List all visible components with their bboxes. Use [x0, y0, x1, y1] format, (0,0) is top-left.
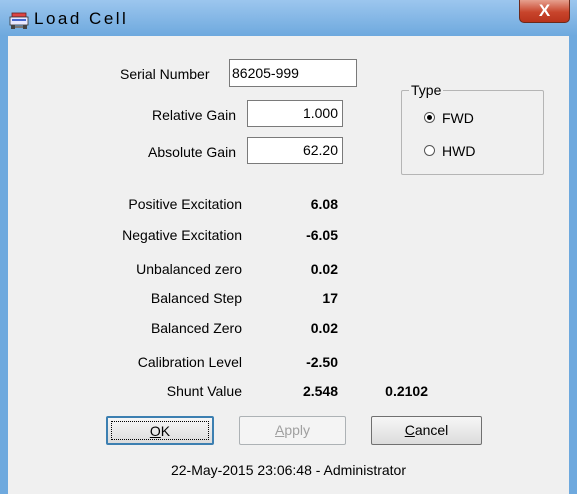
dialog-body: Serial Number 86205-999 Relative Gain 1.… [8, 36, 569, 494]
unbalanced-zero-label: Unbalanced zero [136, 261, 242, 277]
type-groupbox: Type FWD HWD [401, 82, 544, 175]
radio-fwd-label: FWD [442, 110, 474, 126]
cancel-button-accel: C [404, 422, 415, 438]
radio-selected-dot [427, 115, 432, 120]
focus-rectangle [111, 421, 209, 440]
radio-fwd-indicator[interactable] [424, 112, 435, 123]
type-group-legend: Type [409, 82, 444, 98]
apply-button[interactable]: Apply [239, 416, 346, 445]
shunt-value: 2.548 [302, 383, 338, 399]
status-footer: 22-May-2015 23:06:48 - Administrator [170, 462, 406, 478]
apply-button-label: pply [284, 422, 311, 438]
serial-number-input[interactable]: 86205-999 [229, 59, 357, 87]
balanced-zero-value: 0.02 [310, 320, 338, 336]
shunt-value-secondary: 0.2102 [385, 383, 428, 399]
close-icon: X [538, 1, 551, 20]
balanced-step-value: 17 [322, 290, 338, 306]
title-bar[interactable]: Load Cell X [0, 0, 577, 36]
apply-button-accel: A [274, 422, 285, 438]
negative-excitation-value: -6.05 [306, 227, 338, 243]
calibration-level-label: Calibration Level [137, 354, 242, 370]
absolute-gain-input[interactable]: 62.20 [247, 137, 343, 164]
negative-excitation-label: Negative Excitation [122, 227, 242, 243]
load-cell-window: Load Cell X Serial Number 86205-999 Rela… [0, 0, 577, 494]
shunt-value-label: Shunt Value [166, 383, 242, 399]
relative-gain-input[interactable]: 1.000 [247, 100, 343, 127]
balanced-zero-label: Balanced Zero [150, 320, 242, 336]
relative-gain-label: Relative Gain [151, 107, 236, 123]
close-button[interactable]: X [519, 0, 570, 23]
radio-hwd-label: HWD [442, 143, 476, 159]
serial-number-label: Serial Number [120, 66, 210, 82]
balanced-step-label: Balanced Step [150, 290, 242, 306]
positive-excitation-value: 6.08 [310, 196, 338, 212]
ok-button[interactable]: OK [106, 416, 214, 445]
absolute-gain-label: Absolute Gain [148, 144, 236, 160]
load-cell-app-icon [9, 12, 29, 29]
cancel-button[interactable]: Cancel [371, 416, 482, 445]
unbalanced-zero-value: 0.02 [310, 261, 338, 277]
radio-hwd-indicator[interactable] [424, 145, 435, 156]
window-title: Load Cell [34, 9, 129, 28]
calibration-level-value: -2.50 [306, 354, 338, 370]
cancel-button-label: ancel [414, 422, 449, 438]
positive-excitation-label: Positive Excitation [128, 196, 242, 212]
